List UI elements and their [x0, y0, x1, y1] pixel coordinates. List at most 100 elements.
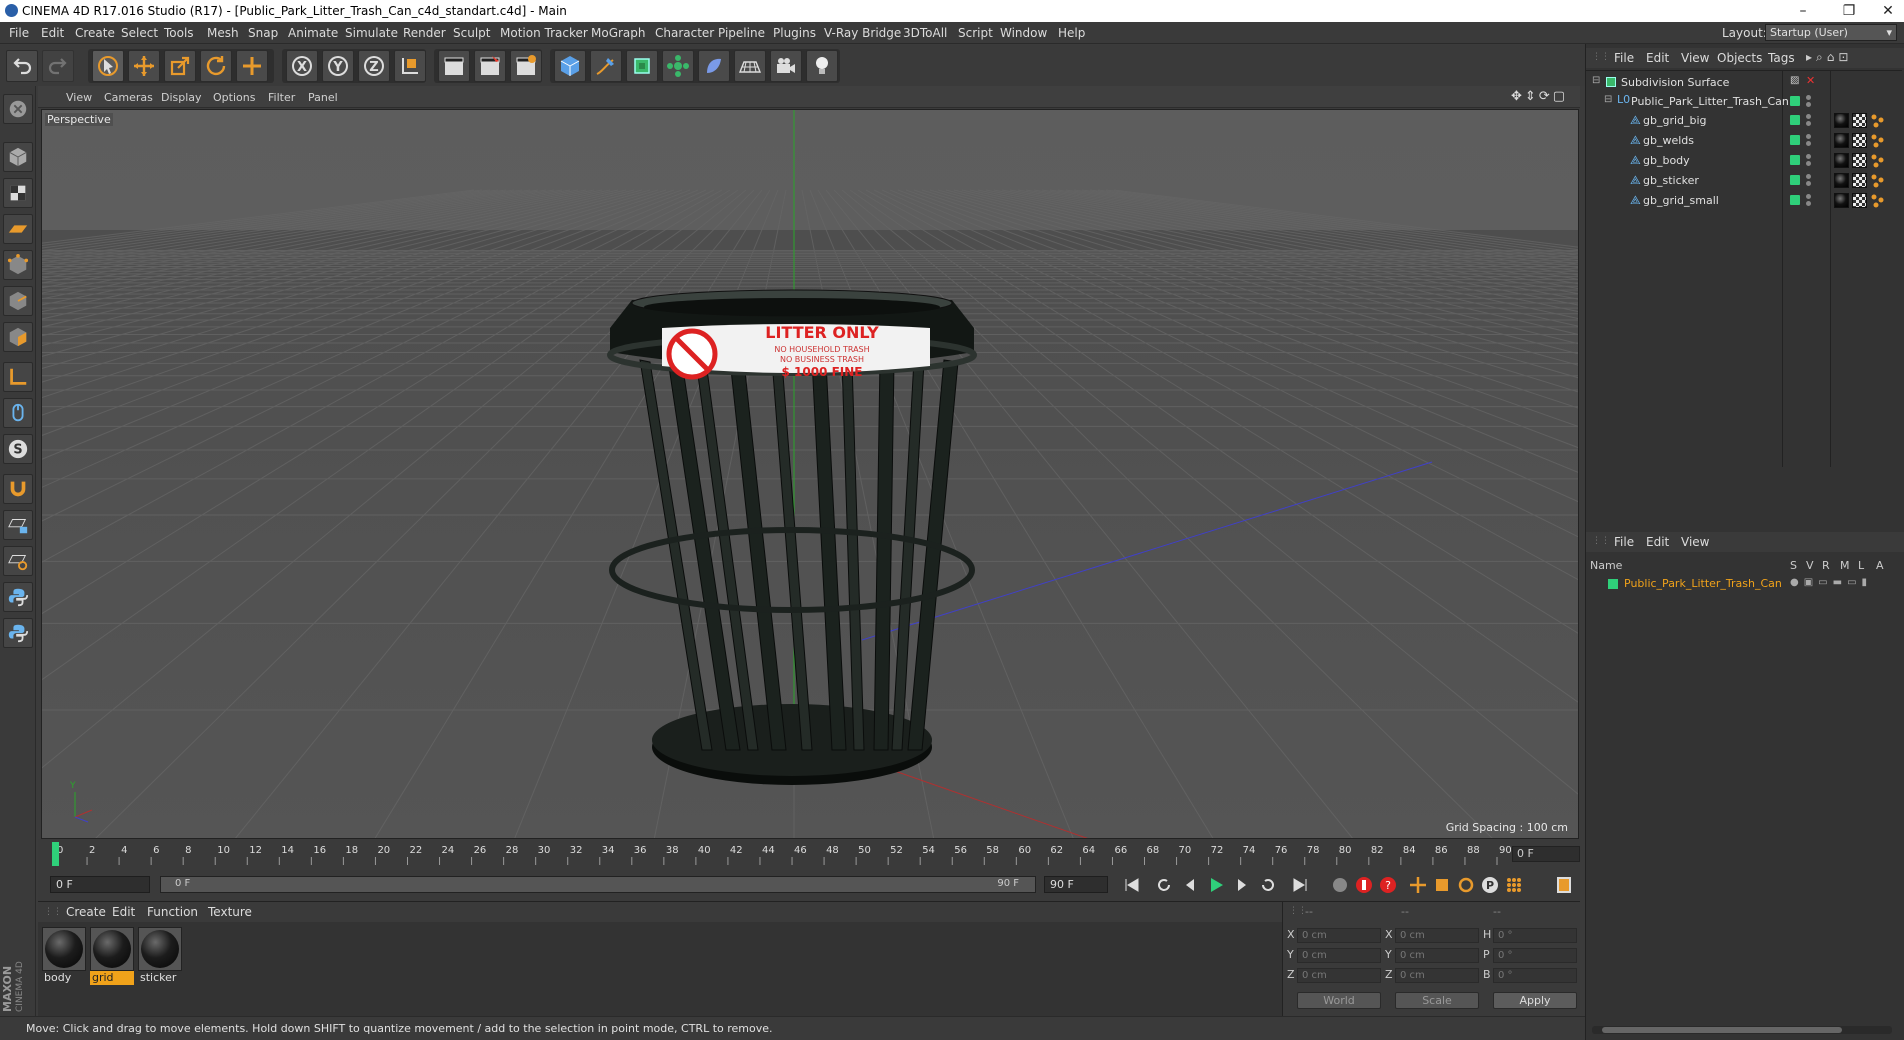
redo-button[interactable]	[42, 50, 74, 82]
tweak-mode-button[interactable]	[3, 398, 33, 428]
menu-file[interactable]: File	[9, 26, 29, 40]
live-selection-button[interactable]	[236, 50, 268, 82]
close-button[interactable]: ✕	[1872, 0, 1904, 22]
rotate-tool-button[interactable]	[200, 50, 232, 82]
menu-help[interactable]: Help	[1058, 26, 1085, 40]
menu-3dtoall[interactable]: 3DToAll	[903, 26, 947, 40]
x-axis-button[interactable]: X	[286, 50, 318, 82]
key-pla-button[interactable]	[1502, 873, 1526, 897]
layer-color-swatch[interactable]	[1790, 175, 1800, 185]
object-row-gb-grid-big[interactable]: ⟁ gb_grid_big	[1586, 111, 1902, 130]
menu-simulate[interactable]: Simulate	[345, 26, 398, 40]
scale-select[interactable]: Scale	[1395, 992, 1479, 1009]
workplane-mode-button[interactable]	[3, 214, 33, 244]
lm-menu-file[interactable]: File	[1614, 535, 1634, 549]
material-tag-icon[interactable]	[1834, 153, 1849, 168]
texture-mode-button[interactable]	[3, 178, 33, 208]
visibility-dot-editor[interactable]	[1806, 194, 1811, 199]
viewport-nav-icons[interactable]: ✥⇕⟳▢	[1511, 89, 1568, 104]
om-menu-objects[interactable]: Objects	[1717, 51, 1762, 65]
minimize-button[interactable]: –	[1780, 0, 1826, 22]
menu-tools[interactable]: Tools	[164, 26, 194, 40]
visibility-dot-render[interactable]	[1806, 141, 1811, 146]
visibility-dot-render[interactable]	[1806, 181, 1811, 186]
camera-label[interactable]: Perspective	[45, 113, 113, 126]
move-tool-button[interactable]	[128, 50, 160, 82]
apply-button[interactable]: Apply	[1493, 992, 1577, 1009]
visibility-dot-render[interactable]	[1806, 121, 1811, 126]
scrollbar-thumb[interactable]	[1602, 1027, 1842, 1033]
menu-script[interactable]: Script	[958, 26, 993, 40]
range-slider[interactable]: 0 F 90 F	[160, 876, 1036, 893]
uvw-tag-icon[interactable]	[1852, 113, 1867, 128]
mat-menu-function[interactable]: Function	[147, 905, 198, 919]
start-frame-field[interactable]: 0 F	[50, 876, 150, 893]
uvw-tag-icon[interactable]	[1852, 153, 1867, 168]
visibility-dot-editor[interactable]	[1806, 114, 1811, 119]
menu-mesh[interactable]: Mesh	[207, 26, 239, 40]
phong-tag-icon[interactable]	[1870, 113, 1885, 128]
maximize-button[interactable]: ❐	[1826, 0, 1872, 22]
scale-tool-button[interactable]	[164, 50, 196, 82]
object-row-gb-grid-small[interactable]: ⟁ gb_grid_small	[1586, 191, 1902, 210]
previous-frame-button[interactable]	[1178, 873, 1202, 897]
phong-tag-icon[interactable]	[1870, 173, 1885, 188]
menu-render[interactable]: Render	[403, 26, 446, 40]
om-menu-file[interactable]: File	[1614, 51, 1634, 65]
object-row-subdivision[interactable]: ⊟ Subdivision Surface ▨ ✕	[1586, 73, 1902, 92]
object-row-trash-can[interactable]: ⊟ L0 Public_Park_Litter_Trash_Can	[1586, 92, 1902, 111]
current-frame-field[interactable]: 0 F	[1512, 846, 1580, 862]
om-menu-edit[interactable]: Edit	[1646, 51, 1669, 65]
render-view-button[interactable]	[438, 50, 470, 82]
lock-grid-button[interactable]	[3, 510, 33, 540]
cloner-button[interactable]	[662, 50, 694, 82]
object-row-gb-welds[interactable]: ⟁ gb_welds	[1586, 131, 1902, 150]
visibility-dot-render[interactable]	[1806, 102, 1811, 107]
3d-viewport[interactable]: LITTER ONLY NO HOUSEHOLD TRASH NO BUSINE…	[41, 109, 1579, 839]
om-toolbar-icons[interactable]: ▸⌕⌂⊡	[1806, 50, 1852, 65]
layer-row[interactable]: Public_Park_Litter_Trash_Can ●▣▭▬▭▮	[1586, 574, 1902, 593]
position-y-field[interactable]: 0 cm	[1297, 948, 1381, 963]
lm-menu-edit[interactable]: Edit	[1646, 535, 1669, 549]
collapse-icon[interactable]: ⊟	[1604, 94, 1612, 105]
object-row-gb-sticker[interactable]: ⟁ gb_sticker	[1586, 171, 1902, 190]
vp-menu-options[interactable]: Options	[213, 91, 255, 104]
points-mode-button[interactable]	[3, 250, 33, 280]
vp-menu-display[interactable]: Display	[161, 91, 202, 104]
autokey-button[interactable]: ?	[1376, 873, 1400, 897]
make-editable-button[interactable]	[3, 94, 33, 124]
uvw-tag-icon[interactable]	[1852, 173, 1867, 188]
layer-color-swatch[interactable]	[1790, 115, 1800, 125]
model-mode-button[interactable]	[3, 142, 33, 172]
light-button[interactable]	[806, 50, 838, 82]
editor-checkbox-icon[interactable]: ▨	[1790, 75, 1799, 86]
polygons-mode-button[interactable]	[3, 322, 33, 352]
menu-pipeline[interactable]: Pipeline	[718, 26, 765, 40]
layer-color-swatch[interactable]	[1608, 579, 1618, 589]
coordinate-system-button[interactable]	[394, 50, 426, 82]
next-frame-button[interactable]	[1230, 873, 1254, 897]
snapping-button[interactable]: S	[3, 434, 33, 464]
menu-animate[interactable]: Animate	[288, 26, 338, 40]
size-x-field[interactable]: 0 cm	[1395, 928, 1479, 943]
key-parameter-button[interactable]: P	[1478, 873, 1502, 897]
position-x-field[interactable]: 0 cm	[1297, 928, 1381, 943]
phong-tag-icon[interactable]	[1870, 153, 1885, 168]
motion-record-button[interactable]	[1328, 873, 1352, 897]
key-scale-button[interactable]	[1430, 873, 1454, 897]
om-menu-tags[interactable]: Tags	[1768, 51, 1795, 65]
uvw-tag-icon[interactable]	[1852, 193, 1867, 208]
layer-color-swatch[interactable]	[1790, 195, 1800, 205]
z-axis-button[interactable]: Z	[358, 50, 390, 82]
magnet-button[interactable]	[3, 474, 33, 504]
mat-menu-texture[interactable]: Texture	[208, 905, 252, 919]
menu-vray-bridge[interactable]: V-Ray Bridge	[824, 26, 901, 40]
visibility-dot-editor[interactable]	[1806, 95, 1811, 100]
python-script-button-1[interactable]	[3, 582, 33, 612]
size-z-field[interactable]: 0 cm	[1395, 968, 1479, 983]
layer-color-swatch[interactable]	[1790, 155, 1800, 165]
play-button[interactable]	[1204, 873, 1228, 897]
render-picture-viewer-button[interactable]	[474, 50, 506, 82]
layout-select[interactable]: Startup (User) ▾	[1765, 24, 1897, 41]
menu-mograph[interactable]: MoGraph	[591, 26, 646, 40]
